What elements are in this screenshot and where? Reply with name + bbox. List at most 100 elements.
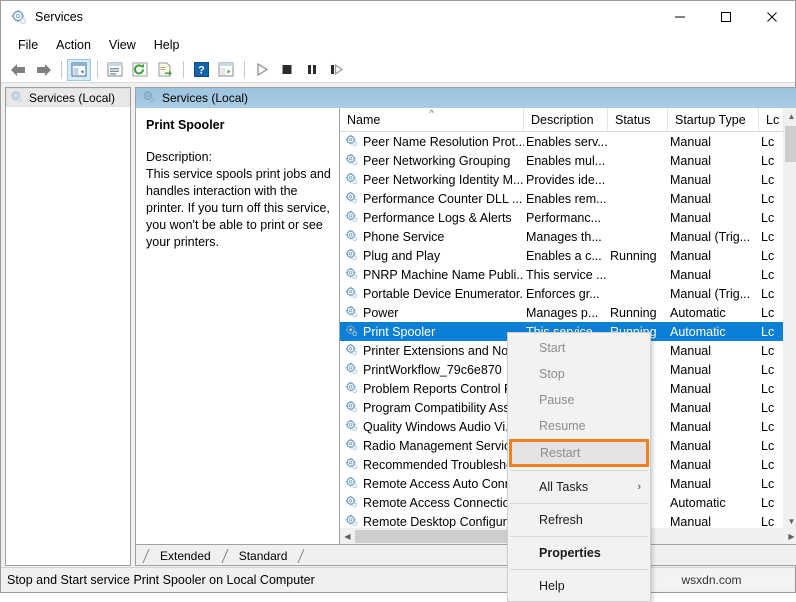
pause-service-icon[interactable] [300, 59, 324, 81]
column-header-name[interactable]: Name ^ [340, 108, 524, 131]
service-name-label: Portable Device Enumerator... [363, 286, 524, 301]
vertical-scroll-thumb[interactable] [785, 126, 796, 162]
table-row[interactable]: Peer Networking Grouping Enables mul... Ma… [340, 151, 796, 170]
service-gear-icon [345, 191, 358, 207]
cell-startup-type: Manual (Trig... [670, 229, 751, 244]
service-name-label: Peer Networking Grouping [363, 153, 511, 168]
table-row[interactable]: Peer Networking Identity M... Provides id… [340, 170, 796, 189]
stop-service-icon[interactable] [275, 59, 299, 81]
column-label: Name [347, 112, 381, 127]
results-pane: Services (Local) Print Spooler Descripti… [135, 87, 796, 566]
service-gear-icon [345, 134, 358, 150]
service-description-pane: Print Spooler Description: This service … [136, 108, 340, 544]
tree-node-label: Services (Local) [29, 90, 116, 105]
title-bar: Services [1, 1, 795, 33]
column-header-startup-type[interactable]: Startup Type [668, 108, 759, 131]
cell-status: Running [610, 305, 657, 320]
table-row[interactable]: Peer Name Resolution Prot... Enables serv… [340, 132, 796, 151]
menu-item-help[interactable]: Help [508, 573, 650, 599]
table-row[interactable]: Plug and Play Enables a c... Running Manual… [340, 246, 796, 265]
selected-service-name: Print Spooler [146, 118, 225, 132]
menu-item-refresh[interactable]: Refresh [508, 507, 650, 533]
scroll-right-icon[interactable]: ▶ [784, 532, 796, 541]
description-text: This service spools print jobs and handl… [146, 167, 331, 249]
cell-name: Program Compatibility Ass... [340, 400, 524, 416]
table-row[interactable]: Performance Counter DLL ... Enables rem..… [340, 189, 796, 208]
tree-node-services-local[interactable]: Services (Local) [6, 88, 130, 107]
column-label: Status [615, 112, 651, 127]
toolbar-separator [183, 61, 184, 78]
menu-separator [510, 470, 648, 471]
cell-startup-type: Manual [670, 419, 711, 434]
list-vertical-scrollbar[interactable]: ▲ ▼ [783, 108, 796, 529]
submenu-chevron-right-icon: › [637, 481, 641, 493]
tab-extended[interactable]: Extended [150, 547, 221, 565]
back-icon[interactable] [6, 59, 30, 81]
scroll-down-icon[interactable]: ▼ [784, 513, 796, 529]
restart-service-icon[interactable] [325, 59, 349, 81]
maximize-button[interactable] [703, 1, 749, 33]
window-controls [657, 1, 795, 33]
show-hide-console-tree-icon[interactable] [67, 58, 91, 81]
service-name-label: Print Spooler [363, 324, 436, 339]
properties-icon[interactable] [103, 59, 127, 81]
menu-item-properties[interactable]: Properties [508, 540, 650, 566]
svg-text:?: ? [198, 65, 205, 77]
minimize-button[interactable] [657, 1, 703, 33]
table-row[interactable]: Phone Service Manages th... Manual (Trig..… [340, 227, 796, 246]
cell-description: Manages p... [526, 305, 599, 320]
service-gear-icon [345, 343, 358, 359]
refresh-icon[interactable] [128, 59, 152, 81]
close-button[interactable] [749, 1, 795, 33]
service-name-label: Peer Networking Identity M... [363, 172, 524, 187]
results-header-label: Services (Local) [162, 91, 249, 105]
service-name-label: Plug and Play [363, 248, 441, 263]
service-name-label: Peer Name Resolution Prot... [363, 134, 524, 149]
menu-view[interactable]: View [100, 35, 145, 55]
menu-item-all-tasks[interactable]: All Tasks › [508, 474, 650, 500]
cell-startup-type: Automatic [670, 305, 726, 320]
cell-name: Peer Networking Grouping [340, 153, 524, 169]
menu-item-label: Help [539, 579, 565, 593]
cell-name: PNRP Machine Name Publi... [340, 267, 524, 283]
service-name-label: Program Compatibility Ass... [363, 400, 520, 415]
cell-name: Recommended Troublesho... [340, 457, 524, 473]
scroll-left-icon[interactable]: ◀ [340, 532, 355, 541]
menu-item-label: Refresh [539, 513, 583, 527]
cell-name: Remote Access Connectio... [340, 495, 524, 511]
service-name-label: PrintWorkflow_79c6e870 [363, 362, 502, 377]
column-label: Description [531, 112, 594, 127]
cell-startup-type: Manual [670, 267, 711, 282]
service-name-label: Problem Reports Control P... [363, 381, 522, 396]
service-name-label: Quality Windows Audio Vi... [363, 419, 516, 434]
column-header-description[interactable]: Description [524, 108, 608, 131]
cell-description: Enables rem... [526, 191, 607, 206]
table-row[interactable]: Performance Logs & Alerts Performanc... Ma… [340, 208, 796, 227]
service-gear-icon [345, 248, 358, 264]
cell-startup-type: Automatic [670, 495, 726, 510]
service-name-label: PNRP Machine Name Publi... [363, 267, 524, 282]
column-header-status[interactable]: Status [608, 108, 668, 131]
description-label: Description: [146, 150, 212, 164]
menu-action[interactable]: Action [47, 35, 100, 55]
tab-standard[interactable]: Standard [229, 547, 298, 565]
cell-description: Manages th... [526, 229, 602, 244]
menu-item-start: Start [508, 335, 650, 361]
cell-startup-type: Manual [670, 457, 711, 472]
forward-icon[interactable] [31, 59, 55, 81]
help-icon[interactable]: ? [189, 59, 213, 81]
table-row[interactable]: Portable Device Enumerator... Enforces gr… [340, 284, 796, 303]
menu-file[interactable]: File [9, 35, 47, 55]
scroll-up-icon[interactable]: ▲ [784, 108, 796, 124]
service-name-label: Recommended Troublesho... [363, 457, 524, 472]
export-list-icon[interactable] [153, 59, 177, 81]
start-service-icon[interactable] [250, 59, 274, 81]
service-gear-icon [345, 210, 358, 226]
cell-description: Enables mul... [526, 153, 606, 168]
cell-startup-type: Manual [670, 476, 711, 491]
menu-item-label: Resume [539, 419, 586, 433]
show-hide-action-pane-icon[interactable] [214, 59, 238, 81]
menu-help[interactable]: Help [145, 35, 189, 55]
table-row[interactable]: Power Manages p... Running Automatic Lc [340, 303, 796, 322]
table-row[interactable]: PNRP Machine Name Publi... This service .… [340, 265, 796, 284]
